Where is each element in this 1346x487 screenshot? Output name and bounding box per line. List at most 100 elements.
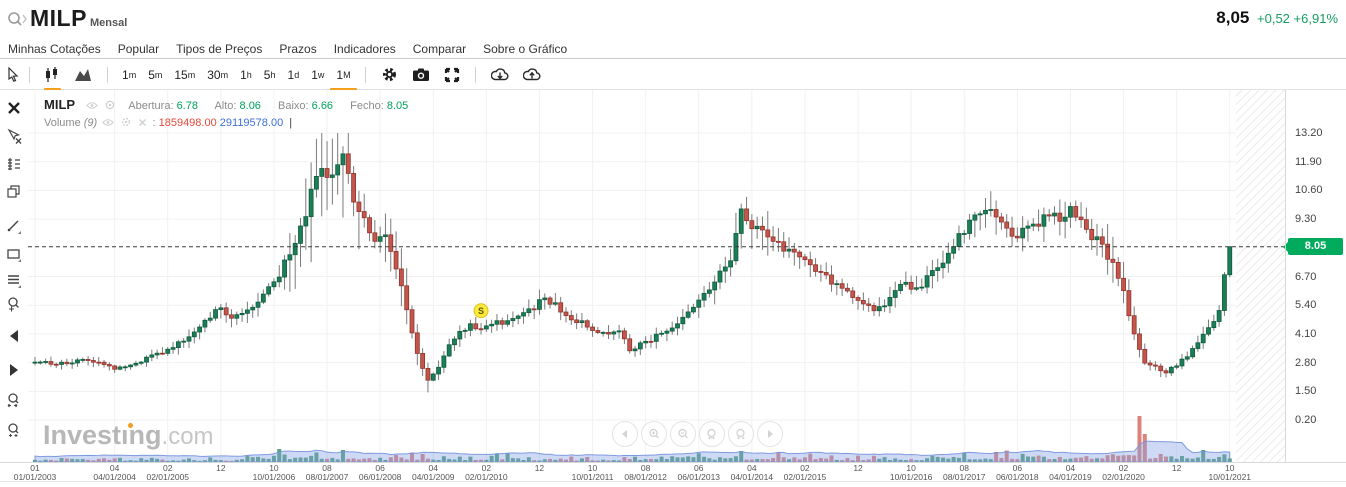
ohlc-legend: MILP Abertura: 6.78 Alto: 8.06 Baixo: 6.… [44, 97, 422, 113]
menu-item-comparar[interactable]: Comparar [413, 42, 466, 56]
pan-right-icon[interactable] [6, 362, 23, 379]
zoom-plus-icon[interactable] [6, 422, 23, 439]
timeframe-button-1M[interactable]: 1M [330, 63, 357, 91]
timeframe-button-30m[interactable]: 30 m [201, 63, 234, 87]
legend-caret: | [289, 117, 293, 129]
settings-lines-icon[interactable] [6, 272, 23, 289]
time-tick-label: 12 [534, 463, 545, 473]
remove-indicator-icon[interactable] [138, 118, 147, 130]
timeframe-button-1w[interactable]: 1w [305, 63, 330, 87]
price-axis-border [1285, 90, 1286, 482]
price-tick-label: 13.20 [1295, 127, 1323, 139]
price-tick-label: 1.50 [1295, 385, 1317, 398]
menu-item-minhas-cota-es[interactable]: Minhas Cotações [8, 42, 101, 56]
price-tick-label: 0.20 [1295, 414, 1317, 427]
zoom-range-icon[interactable] [6, 392, 23, 409]
price-change: +0,52 [1257, 11, 1290, 26]
watermark-orange-dot [128, 423, 133, 428]
timeframe-button-1d[interactable]: 1d [282, 63, 306, 87]
timeframe-button-5h[interactable]: 5h [258, 63, 282, 87]
nav-pan-left-button[interactable] [612, 421, 638, 447]
future-hatch-region [1236, 90, 1285, 462]
header: MILP Mensal 8,05 +0,52 +6,91% [0, 0, 1346, 40]
candlestick-chart: S [28, 90, 1285, 462]
price-tick-label: 10.60 [1295, 184, 1323, 197]
event-marker-S: S [473, 303, 489, 319]
open-pair: Abertura: 6.78 [128, 100, 198, 112]
delete-cursor-icon[interactable] [6, 128, 23, 145]
gridlines [28, 90, 1285, 462]
toolbar-separator [474, 66, 476, 83]
price-tick-label: 9.30 [1295, 213, 1317, 226]
toolbar-separator [107, 66, 108, 83]
nav-zoom-in-button[interactable] [641, 421, 667, 447]
high-value: 8.06 [239, 100, 261, 112]
price-axis[interactable]: 13.20 11.90 10.60 9.30 6.70 5.40 4.10 2.80 1.50 0… [1283, 90, 1346, 462]
search-icon[interactable] [7, 11, 27, 34]
candlestick-chart-icon[interactable] [44, 63, 61, 91]
time-tick-label: 08 08/01/2017 [942, 463, 986, 482]
time-tick-label: 06 06/01/2018 [996, 463, 1039, 482]
timeframe-button-1m[interactable]: 1m [116, 63, 142, 87]
time-tick-label: 02 02/01/2005 [146, 463, 190, 482]
time-tick-label: 04 04/01/2014 [730, 463, 774, 482]
investing-watermark: Investıng.com [43, 420, 214, 450]
camera-icon[interactable] [412, 63, 430, 87]
price-change-percent: +6,91% [1293, 11, 1338, 26]
nav-pan-right-button[interactable] [757, 421, 783, 447]
time-tick-label: 12 [853, 463, 863, 473]
close-value: 8.05 [386, 100, 409, 112]
menu-item-prazos[interactable]: Prazos [279, 42, 316, 56]
fullscreen-icon[interactable] [444, 63, 460, 87]
eye-icon[interactable] [86, 101, 98, 113]
timeframe-button-15m[interactable]: 15 m [168, 63, 201, 87]
timeframe-button-5m[interactable]: 5m [142, 63, 168, 87]
indicator-settings-icon[interactable] [121, 117, 131, 130]
measure-icon[interactable] [6, 156, 23, 173]
bottom-border [0, 481, 1346, 482]
volume-param: (9) [83, 117, 98, 129]
clone-icon[interactable] [6, 184, 23, 201]
volume-ma-value: 29119578.00 [219, 117, 284, 129]
area-chart-icon[interactable] [74, 63, 92, 87]
menu-bar: Minhas Cotações Popular Tipos de Preços Pra… [0, 40, 1346, 59]
current-price-badge: 8.05 [1283, 238, 1343, 256]
close-icon[interactable] [6, 100, 23, 117]
volume-sep: : [152, 117, 156, 129]
volume-value: 1859498.00 [158, 117, 217, 129]
timeframe-button-1h[interactable]: 1h [234, 63, 258, 87]
cloud-upload-icon[interactable] [522, 63, 541, 87]
cloud-download-icon[interactable] [490, 63, 509, 87]
low-value: 6.66 [311, 100, 334, 112]
zoom-in-icon[interactable] [6, 296, 23, 313]
candles [32, 133, 1233, 393]
menu-item-popular[interactable]: Popular [118, 42, 159, 56]
series-settings-icon[interactable] [105, 100, 115, 113]
quote-summary: 8,05 +0,52 +6,91% [1216, 8, 1338, 28]
chart-plot-area[interactable]: S MILP Abertura: 6.78 Alto: 8.06 Baixo: … [28, 90, 1285, 462]
nav-zoom-range-button[interactable] [699, 421, 725, 447]
nav-zoom-plus-button[interactable] [728, 421, 754, 447]
pan-left-icon[interactable] [6, 328, 23, 345]
menu-item-tipos-de-pre-os[interactable]: Tipos de Preços [176, 42, 262, 56]
line-tool-icon[interactable] [6, 218, 23, 235]
menu-item-indicadores[interactable]: Indicadores [334, 42, 396, 56]
price-tick-label: 5.40 [1295, 299, 1317, 312]
price-tick-label: 6.70 [1295, 270, 1317, 283]
eye-icon[interactable] [102, 118, 115, 130]
price-tick-label: 4.10 [1295, 327, 1317, 340]
time-tick-label: 10 10/01/2006 [252, 463, 296, 482]
menu-item-sobre-o-gr-fico[interactable]: Sobre o Gráfico [483, 42, 567, 56]
nav-zoom-out-button[interactable] [670, 421, 696, 447]
price-tick-label: 11.90 [1295, 155, 1322, 168]
time-tick-label: 10 10/01/2011 [571, 463, 614, 482]
legend-symbol: MILP [44, 97, 76, 112]
shape-tool-icon[interactable] [6, 246, 23, 263]
time-tick-label: 12 [216, 463, 226, 473]
time-axis[interactable]: 01 01/01/2003 04 04/01/2004 02 02/01/2005 12 10… [0, 462, 1346, 487]
settings-gear-icon[interactable] [381, 63, 398, 87]
cursor-tool-icon[interactable] [6, 63, 21, 87]
drawing-tool-rail [0, 90, 28, 462]
timeframe-label: Mensal [90, 17, 128, 29]
symbol-title: MILP [30, 5, 87, 31]
